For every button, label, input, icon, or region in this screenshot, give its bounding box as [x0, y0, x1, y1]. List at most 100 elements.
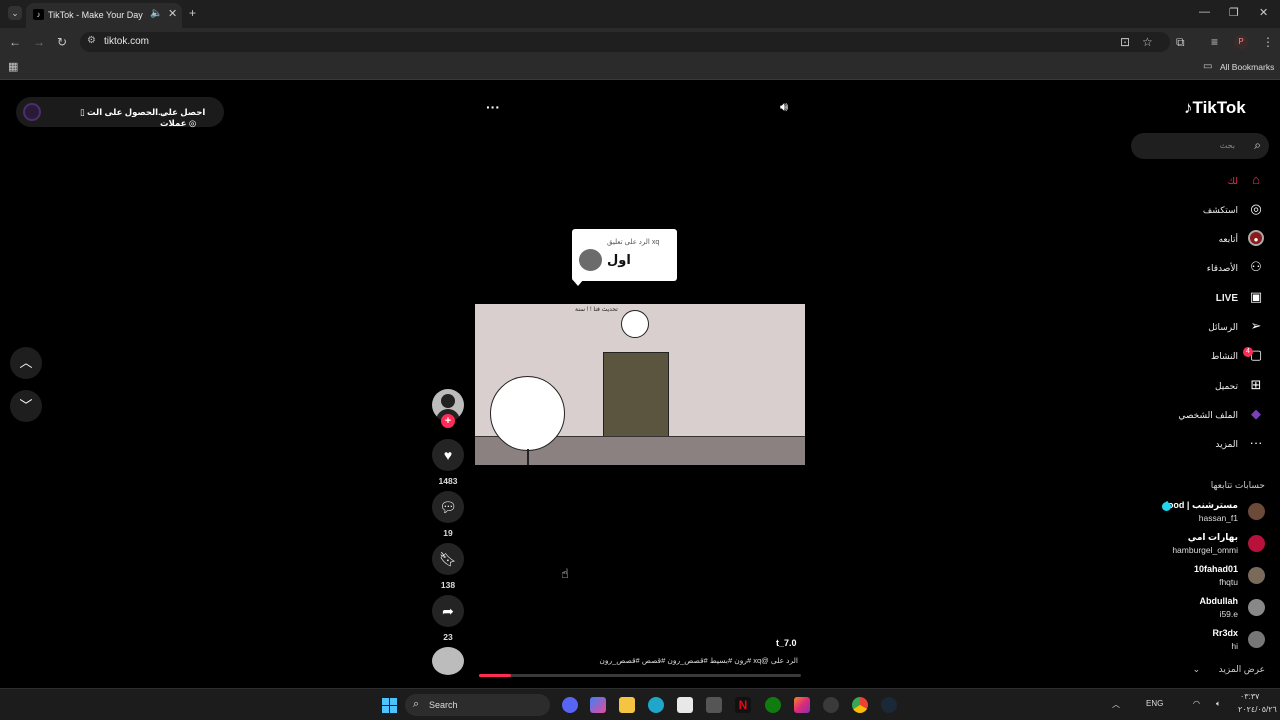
apps-grid-icon[interactable]: ▦ [8, 60, 18, 74]
copilot-icon[interactable] [590, 697, 606, 713]
friends-icon[interactable]: ⚇ [1248, 259, 1264, 275]
clock-date[interactable]: ٢٠٢٤/٠٥/٢٦ [1238, 705, 1277, 714]
edge-icon[interactable] [648, 697, 664, 713]
sidebar-item-activity[interactable]: النشاط [1211, 351, 1238, 362]
like-button[interactable]: ♥ [432, 439, 464, 471]
sidebar-item-friends[interactable]: الأصدقاء [1207, 263, 1238, 274]
next-video-button[interactable]: ﹀ [10, 390, 42, 422]
wifi-icon[interactable]: ◠ [1193, 699, 1200, 708]
clock-time[interactable]: ٠٣:٣٧ [1240, 692, 1259, 701]
sound-avatar[interactable] [432, 647, 464, 675]
account-username[interactable]: hamburgel_ommi [1172, 545, 1238, 555]
account-username[interactable]: hassan_f1 [1199, 513, 1238, 523]
video-player[interactable]: تحديث فنا ! ! سنة [475, 304, 805, 465]
volume-icon[interactable]: 🔊︎ [780, 99, 788, 115]
compass-icon[interactable]: ◎ [1248, 201, 1264, 217]
tab-close-icon[interactable]: ✕ [168, 7, 177, 20]
account-name[interactable]: Abdullah [1200, 596, 1239, 606]
get-coins-text: احصل على عملات [160, 107, 206, 128]
follow-plus-button[interactable]: + [441, 414, 455, 428]
folder-icon: ▭ [1203, 61, 1213, 72]
netflix-icon[interactable]: N [735, 697, 751, 713]
following-avatar-icon[interactable]: ● [1248, 230, 1264, 246]
account-username[interactable]: i59.e [1220, 609, 1238, 619]
taskbar-search[interactable]: ⌕ Search [405, 694, 550, 716]
new-tab-icon[interactable]: + [189, 6, 196, 20]
more-options-icon[interactable]: ··· [486, 99, 500, 115]
windows-start-icon[interactable] [382, 698, 397, 713]
install-app-icon[interactable]: ⊡ [1120, 35, 1130, 49]
back-icon[interactable]: ← [9, 35, 21, 49]
comment-button[interactable]: 💬︎ [432, 491, 464, 523]
account-name[interactable]: بهارات امي [1188, 532, 1238, 543]
profile-icon[interactable]: ◆ [1248, 406, 1264, 422]
account-avatar[interactable] [1248, 503, 1265, 520]
close-window-icon[interactable]: ✕ [1259, 6, 1268, 19]
account-avatar[interactable] [1248, 535, 1265, 552]
video-progress-bar[interactable] [479, 674, 801, 677]
instagram-icon[interactable] [794, 697, 810, 713]
account-username[interactable]: fhqtu [1219, 577, 1238, 587]
account-name[interactable]: Rr3dx [1212, 628, 1238, 638]
account-name[interactable]: food | مسترشنب [1165, 500, 1238, 511]
video-description[interactable]: الرد على @xq #رون #بسيط #قصص_رون #قصص #ق… [566, 656, 798, 665]
more-icon[interactable]: ··· [1248, 435, 1264, 451]
tab-search-icon[interactable]: ⌄ [8, 6, 22, 20]
url-field[interactable]: ⚙ tiktok.com [80, 32, 1170, 52]
home-icon[interactable]: ⌂ [1248, 172, 1264, 188]
see-more-link[interactable]: ⌄ عرض المزيد [1193, 664, 1265, 675]
sidebar-item-messages[interactable]: الرسائل [1208, 322, 1238, 333]
messages-icon[interactable]: ➢ [1248, 318, 1264, 334]
file-explorer-icon[interactable] [619, 697, 635, 713]
site-info-icon[interactable]: ⚙ [87, 35, 96, 46]
search-input[interactable]: بحث ⌕ [1131, 133, 1269, 159]
forward-icon[interactable]: → [33, 35, 45, 49]
store-icon[interactable] [677, 697, 693, 713]
user-avatar[interactable] [23, 103, 41, 121]
video-author[interactable]: t_7.0 [776, 638, 797, 648]
upload-icon[interactable]: ⊞ [1248, 377, 1264, 393]
account-name[interactable]: 10fahad01 [1194, 564, 1238, 574]
get-coins-label[interactable]: احصل على عملات ◎ [160, 107, 224, 129]
search-icon[interactable]: ⌕ [1254, 138, 1261, 153]
profile-avatar[interactable]: P [1234, 35, 1248, 49]
previous-video-button[interactable]: ︿ [10, 347, 42, 379]
account-avatar[interactable] [1248, 631, 1265, 648]
sidebar-item-following-avatar[interactable]: أتابعه [1219, 234, 1238, 245]
sidebar-item-live[interactable]: LIVE [1216, 293, 1238, 304]
xbox-icon[interactable] [765, 697, 781, 713]
bookmark-star-icon[interactable]: ☆ [1142, 35, 1153, 49]
sidebar-item-upload[interactable]: تحميل [1215, 381, 1238, 392]
media-control-icon[interactable]: ≡ [1211, 35, 1218, 49]
restore-icon[interactable]: ❐ [1229, 6, 1239, 19]
reload-icon[interactable]: ↻ [57, 35, 67, 49]
language-indicator[interactable]: ENG [1146, 699, 1163, 708]
browser-tab[interactable]: ♪ TikTok - Make Your Day 🔈 ✕ [26, 3, 182, 28]
tiktok-logo[interactable]: ♪TikTok [1184, 98, 1246, 118]
share-button[interactable]: ➦ [432, 595, 464, 627]
sidebar-item-profile[interactable]: الملف الشخصي [1178, 410, 1238, 421]
account-avatar[interactable] [1248, 567, 1265, 584]
discord-icon[interactable] [562, 697, 578, 713]
account-avatar[interactable] [1248, 599, 1265, 616]
minimize-icon[interactable]: — [1199, 6, 1210, 18]
account-username[interactable]: hi [1231, 641, 1238, 651]
sidebar-item-more[interactable]: المزيد [1215, 439, 1238, 450]
tab-audio-icon[interactable]: 🔈 [150, 8, 162, 19]
top-promo-pill[interactable]: ▯ الحصول على الت... احصل على عملات ◎ [16, 97, 224, 129]
app-cube-icon[interactable] [706, 697, 722, 713]
sidebar-item-compass[interactable]: استكشف [1203, 205, 1238, 216]
volume-tray-icon[interactable]: 🔈︎ [1216, 699, 1221, 709]
settings-icon[interactable] [823, 697, 839, 713]
menu-kebab-icon[interactable]: ⋮ [1262, 35, 1274, 49]
save-button[interactable]: 🔖︎ [432, 543, 464, 575]
all-bookmarks-label[interactable]: All Bookmarks [1220, 62, 1274, 72]
live-icon[interactable]: ▣ [1248, 289, 1264, 305]
get-app-label[interactable]: ▯ الحصول على الت... [80, 107, 165, 118]
tray-chevron-icon[interactable]: ︿ [1112, 699, 1120, 710]
heart-icon: ♥ [443, 447, 453, 463]
chrome-icon[interactable] [852, 697, 868, 713]
steam-icon[interactable] [881, 697, 897, 713]
sidebar-item-home[interactable]: لك [1228, 176, 1238, 187]
extensions-icon[interactable]: ⧉ [1176, 35, 1185, 49]
